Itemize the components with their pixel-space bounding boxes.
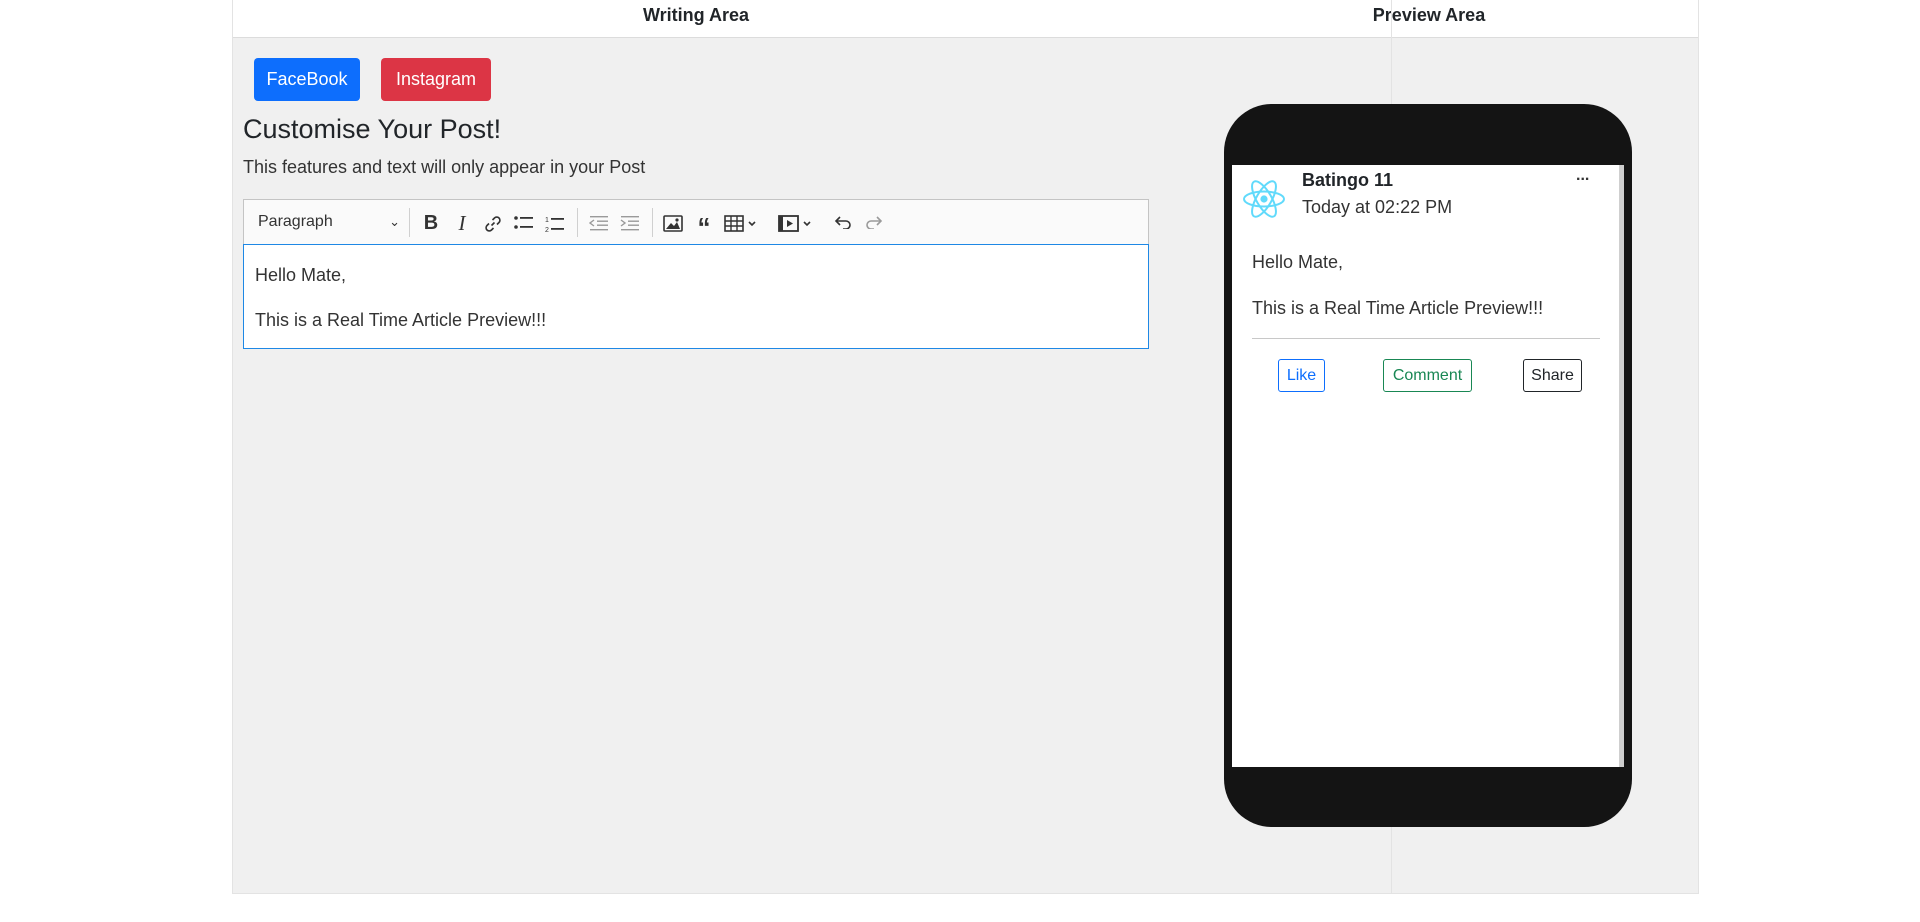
table-icon[interactable]	[720, 208, 764, 238]
editor-paragraph: This is a Real Time Article Preview!!!	[255, 310, 547, 330]
post-author-name: Batingo 11	[1302, 170, 1394, 190]
link-icon[interactable]	[478, 208, 508, 238]
editor-content-area[interactable]: Hello Mate, This is a Real Time Article …	[243, 244, 1149, 349]
image-icon[interactable]	[658, 208, 688, 238]
post-timestamp: Today at 02:22 PM	[1302, 197, 1453, 217]
redo-icon[interactable]	[859, 208, 889, 238]
italic-icon[interactable]: I	[447, 208, 477, 238]
preview-area-title: Preview Area	[1372, 5, 1486, 25]
block-format-label: Paragraph	[258, 213, 333, 230]
toolbar-separator	[409, 208, 410, 237]
share-button[interactable]: Share	[1523, 359, 1582, 392]
phone-mockup: Batingo 11 Today at 02:22 PM ... Hello M…	[1224, 104, 1632, 827]
bulleted-list-icon[interactable]	[509, 208, 539, 238]
react-logo-icon	[1243, 180, 1285, 218]
page-title: Customise Your Post!	[243, 114, 502, 144]
column-header-row: Writing Area Preview Area	[233, 0, 1698, 38]
outdent-icon[interactable]	[584, 208, 614, 238]
post-body-line: This is a Real Time Article Preview!!!	[1252, 298, 1544, 318]
editor-toolbar: Paragraph ⌄ B I 12 “	[243, 199, 1149, 244]
instagram-button[interactable]: Instagram	[381, 58, 491, 101]
toolbar-separator	[577, 208, 578, 237]
post-body-line: Hello Mate,	[1252, 252, 1344, 272]
block-format-dropdown[interactable]: Paragraph ⌄	[248, 206, 406, 238]
svg-text:2: 2	[545, 227, 549, 233]
more-options-icon[interactable]: ...	[1576, 167, 1589, 185]
media-icon[interactable]	[774, 208, 818, 238]
chevron-down-icon: ⌄	[389, 214, 400, 229]
indent-icon[interactable]	[615, 208, 645, 238]
bold-icon[interactable]: B	[416, 208, 446, 238]
toolbar-separator	[652, 208, 653, 237]
quote-icon[interactable]: “	[689, 208, 719, 242]
svg-text:1: 1	[545, 217, 549, 224]
numbered-list-icon[interactable]: 12	[540, 208, 570, 238]
facebook-button[interactable]: FaceBook	[254, 58, 360, 101]
comment-button[interactable]: Comment	[1383, 359, 1472, 392]
editor-paragraph: Hello Mate,	[255, 265, 347, 285]
undo-icon[interactable]	[828, 208, 858, 238]
writing-area-title: Writing Area	[642, 5, 749, 25]
post-divider	[1252, 338, 1600, 339]
like-button[interactable]: Like	[1278, 359, 1325, 392]
page-subtitle: This features and text will only appear …	[243, 157, 646, 177]
phone-screen: Batingo 11 Today at 02:22 PM ... Hello M…	[1232, 165, 1624, 767]
